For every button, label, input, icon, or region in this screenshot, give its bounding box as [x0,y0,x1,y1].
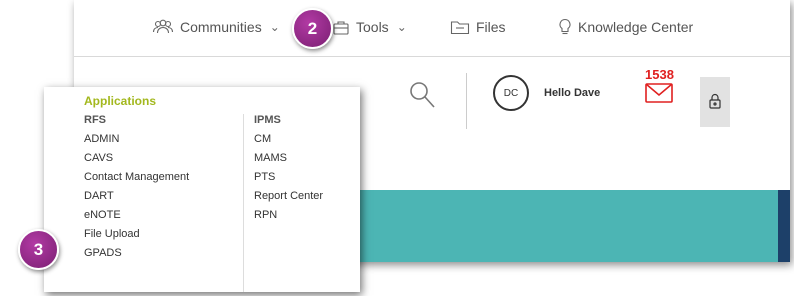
menu-item-cm[interactable]: CM [254,130,323,149]
avatar-initials: DC [503,87,519,99]
menu-item-pts[interactable]: PTS [254,168,323,187]
menu-item-rpn[interactable]: RPN [254,206,323,225]
column-heading-ipms: IPMS [254,114,281,126]
folder-icon [450,19,470,35]
menu-item-cavs[interactable]: CAVS [84,149,189,168]
nav-tools-label: Tools [356,19,389,35]
menu-item-contact-management[interactable]: Contact Management [84,168,189,187]
menu-item-report-center[interactable]: Report Center [254,187,323,206]
ipms-column: IPMS CM MAMS PTS Report Center RPN [254,114,323,225]
user-greeting[interactable]: Hello Dave [544,87,600,99]
content-banner-edge [778,190,790,262]
nav-knowledge-center-label: Knowledge Center [578,19,694,35]
nav-files[interactable]: Files [450,16,506,38]
menu-item-gpads[interactable]: GPADS [84,244,189,263]
menu-item-admin[interactable]: ADMIN [84,130,189,149]
menu-item-dart[interactable]: DART [84,187,189,206]
chevron-down-icon: ⌄ [396,20,407,34]
menu-item-file-upload[interactable]: File Upload [84,225,189,244]
step-badge-3: 3 [18,229,59,270]
tools-icon [332,19,350,35]
step-badge-2-number: 2 [307,18,318,38]
rfs-column: RFS ADMIN CAVS Contact Management DART e… [84,114,189,263]
lightbulb-icon [558,18,572,36]
step-badge-2: 2 [292,8,333,49]
nav-communities[interactable]: Communities ⌄ [152,16,280,38]
search-icon[interactable] [407,79,437,116]
column-divider [243,114,244,292]
nav-communities-label: Communities [180,19,262,35]
nav-files-label: Files [476,19,506,35]
lock-button[interactable] [700,77,730,127]
avatar[interactable]: DC [493,75,529,111]
mail-icon[interactable] [645,83,673,108]
menu-item-mams[interactable]: MAMS [254,149,323,168]
nav-knowledge-center[interactable]: Knowledge Center [558,16,693,38]
header-divider [466,73,467,129]
notification-count: 1538 [645,67,674,82]
menu-item-enote[interactable]: eNOTE [84,206,189,225]
chevron-down-icon: ⌄ [269,20,280,34]
dropdown-title: Applications [84,94,157,108]
nav-tools[interactable]: Tools ⌄ [332,16,407,38]
communities-icon [152,19,174,35]
applications-dropdown: Applications RFS ADMIN CAVS Contact Mana… [44,87,360,292]
top-navigation: Communities ⌄ Tools ⌄ Files Knowledge Ce… [74,0,790,57]
step-badge-3-number: 3 [33,239,44,259]
lock-icon [708,93,722,114]
column-heading-rfs: RFS [84,114,106,126]
